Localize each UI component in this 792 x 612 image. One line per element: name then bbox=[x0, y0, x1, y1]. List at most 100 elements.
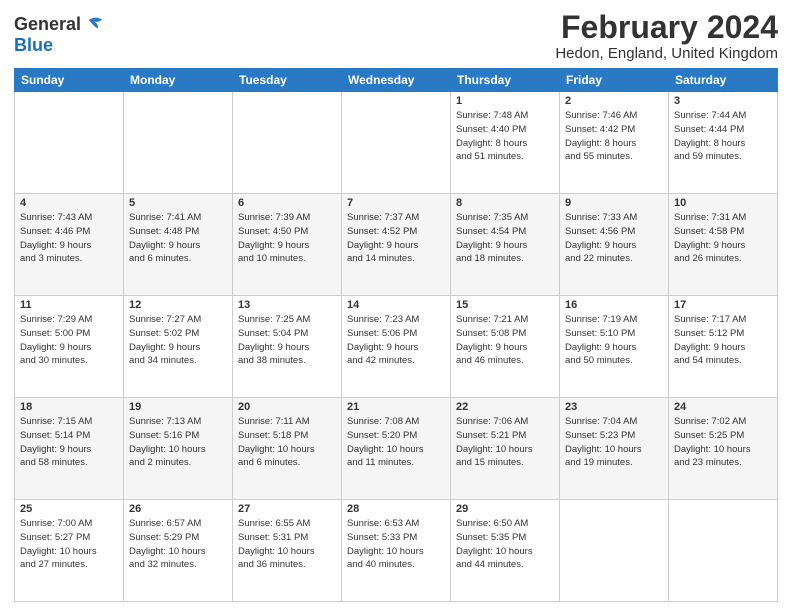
day-number: 25 bbox=[20, 503, 118, 515]
logo-blue: Blue bbox=[14, 35, 53, 55]
calendar-cell: 16 Sunrise: 7:19 AM Sunset: 5:10 PM Dayli… bbox=[560, 296, 669, 398]
logo: General Blue bbox=[14, 14, 105, 56]
page: General Blue February 2024 Hedon, Englan… bbox=[0, 0, 792, 612]
calendar-header-friday: Friday bbox=[560, 69, 669, 92]
day-info: Sunrise: 7:13 AM Sunset: 5:16 PM Dayligh… bbox=[129, 415, 227, 470]
day-info: Sunrise: 6:53 AM Sunset: 5:33 PM Dayligh… bbox=[347, 517, 445, 572]
calendar-cell: 18 Sunrise: 7:15 AM Sunset: 5:14 PM Dayli… bbox=[15, 398, 124, 500]
calendar-header-tuesday: Tuesday bbox=[233, 69, 342, 92]
day-number: 14 bbox=[347, 299, 445, 311]
calendar-cell bbox=[560, 500, 669, 602]
subtitle: Hedon, England, United Kingdom bbox=[555, 45, 778, 62]
day-number: 11 bbox=[20, 299, 118, 311]
calendar-header-wednesday: Wednesday bbox=[342, 69, 451, 92]
day-info: Sunrise: 7:19 AM Sunset: 5:10 PM Dayligh… bbox=[565, 313, 663, 368]
calendar-cell: 15 Sunrise: 7:21 AM Sunset: 5:08 PM Dayli… bbox=[451, 296, 560, 398]
day-info: Sunrise: 7:33 AM Sunset: 4:56 PM Dayligh… bbox=[565, 211, 663, 266]
day-number: 18 bbox=[20, 401, 118, 413]
day-info: Sunrise: 7:35 AM Sunset: 4:54 PM Dayligh… bbox=[456, 211, 554, 266]
calendar-header-row: SundayMondayTuesdayWednesdayThursdayFrid… bbox=[15, 69, 778, 92]
day-number: 19 bbox=[129, 401, 227, 413]
day-info: Sunrise: 7:04 AM Sunset: 5:23 PM Dayligh… bbox=[565, 415, 663, 470]
calendar-cell: 20Sunrise: 7:11 AM Sunset: 5:18 PM Dayli… bbox=[233, 398, 342, 500]
day-number: 10 bbox=[674, 197, 772, 209]
calendar-week-3: 11 Sunrise: 7:29 AM Sunset: 5:00 PM Dayli… bbox=[15, 296, 778, 398]
calendar-week-4: 18 Sunrise: 7:15 AM Sunset: 5:14 PM Dayli… bbox=[15, 398, 778, 500]
day-info: Sunrise: 7:27 AM Sunset: 5:02 PM Dayligh… bbox=[129, 313, 227, 368]
calendar-cell: 2Sunrise: 7:46 AM Sunset: 4:42 PM Daylig… bbox=[560, 92, 669, 194]
day-info: Sunrise: 7:06 AM Sunset: 5:21 PM Dayligh… bbox=[456, 415, 554, 470]
day-number: 29 bbox=[456, 503, 554, 515]
calendar-header-saturday: Saturday bbox=[669, 69, 778, 92]
calendar-header-sunday: Sunday bbox=[15, 69, 124, 92]
day-number: 27 bbox=[238, 503, 336, 515]
calendar-header-thursday: Thursday bbox=[451, 69, 560, 92]
day-info: Sunrise: 7:25 AM Sunset: 5:04 PM Dayligh… bbox=[238, 313, 336, 368]
logo-bird-icon bbox=[83, 14, 105, 36]
calendar-header-monday: Monday bbox=[124, 69, 233, 92]
day-info: Sunrise: 7:31 AM Sunset: 4:58 PM Dayligh… bbox=[674, 211, 772, 266]
calendar-cell bbox=[342, 92, 451, 194]
calendar-table: SundayMondayTuesdayWednesdayThursdayFrid… bbox=[14, 68, 778, 602]
calendar-cell: 13 Sunrise: 7:25 AM Sunset: 5:04 PM Dayli… bbox=[233, 296, 342, 398]
day-info: Sunrise: 6:55 AM Sunset: 5:31 PM Dayligh… bbox=[238, 517, 336, 572]
day-number: 6 bbox=[238, 197, 336, 209]
calendar-cell: 17Sunrise: 7:17 AM Sunset: 5:12 PM Dayli… bbox=[669, 296, 778, 398]
calendar-cell: 8 Sunrise: 7:35 AM Sunset: 4:54 PM Daylig… bbox=[451, 194, 560, 296]
calendar-cell: 21 Sunrise: 7:08 AM Sunset: 5:20 PM Dayli… bbox=[342, 398, 451, 500]
day-number: 9 bbox=[565, 197, 663, 209]
logo-general: General bbox=[14, 15, 81, 35]
day-info: Sunrise: 7:08 AM Sunset: 5:20 PM Dayligh… bbox=[347, 415, 445, 470]
day-number: 28 bbox=[347, 503, 445, 515]
calendar-cell bbox=[15, 92, 124, 194]
day-info: Sunrise: 6:50 AM Sunset: 5:35 PM Dayligh… bbox=[456, 517, 554, 572]
day-number: 7 bbox=[347, 197, 445, 209]
day-info: Sunrise: 7:48 AM Sunset: 4:40 PM Dayligh… bbox=[456, 109, 554, 164]
day-info: Sunrise: 7:41 AM Sunset: 4:48 PM Dayligh… bbox=[129, 211, 227, 266]
calendar-cell: 25Sunrise: 7:00 AM Sunset: 5:27 PM Dayli… bbox=[15, 500, 124, 602]
calendar-cell: 3 Sunrise: 7:44 AM Sunset: 4:44 PM Daylig… bbox=[669, 92, 778, 194]
day-info: Sunrise: 7:44 AM Sunset: 4:44 PM Dayligh… bbox=[674, 109, 772, 164]
day-number: 3 bbox=[674, 95, 772, 107]
calendar-cell: 23 Sunrise: 7:04 AM Sunset: 5:23 PM Dayli… bbox=[560, 398, 669, 500]
day-number: 8 bbox=[456, 197, 554, 209]
day-info: Sunrise: 7:17 AM Sunset: 5:12 PM Dayligh… bbox=[674, 313, 772, 368]
calendar-cell: 1 Sunrise: 7:48 AM Sunset: 4:40 PM Daylig… bbox=[451, 92, 560, 194]
day-number: 13 bbox=[238, 299, 336, 311]
day-info: Sunrise: 7:43 AM Sunset: 4:46 PM Dayligh… bbox=[20, 211, 118, 266]
calendar-cell: 29 Sunrise: 6:50 AM Sunset: 5:35 PM Dayli… bbox=[451, 500, 560, 602]
day-number: 15 bbox=[456, 299, 554, 311]
calendar-cell: 9 Sunrise: 7:33 AM Sunset: 4:56 PM Daylig… bbox=[560, 194, 669, 296]
calendar-cell: 7 Sunrise: 7:37 AM Sunset: 4:52 PM Daylig… bbox=[342, 194, 451, 296]
day-number: 4 bbox=[20, 197, 118, 209]
calendar-cell: 24 Sunrise: 7:02 AM Sunset: 5:25 PM Dayli… bbox=[669, 398, 778, 500]
calendar-cell bbox=[124, 92, 233, 194]
calendar-cell bbox=[233, 92, 342, 194]
day-info: Sunrise: 7:37 AM Sunset: 4:52 PM Dayligh… bbox=[347, 211, 445, 266]
day-number: 24 bbox=[674, 401, 772, 413]
day-number: 21 bbox=[347, 401, 445, 413]
calendar-week-2: 4 Sunrise: 7:43 AM Sunset: 4:46 PM Daylig… bbox=[15, 194, 778, 296]
day-info: Sunrise: 7:15 AM Sunset: 5:14 PM Dayligh… bbox=[20, 415, 118, 470]
calendar-cell: 14Sunrise: 7:23 AM Sunset: 5:06 PM Dayli… bbox=[342, 296, 451, 398]
day-info: Sunrise: 7:29 AM Sunset: 5:00 PM Dayligh… bbox=[20, 313, 118, 368]
day-number: 1 bbox=[456, 95, 554, 107]
day-info: Sunrise: 7:21 AM Sunset: 5:08 PM Dayligh… bbox=[456, 313, 554, 368]
day-info: Sunrise: 6:57 AM Sunset: 5:29 PM Dayligh… bbox=[129, 517, 227, 572]
calendar-cell: 28 Sunrise: 6:53 AM Sunset: 5:33 PM Dayli… bbox=[342, 500, 451, 602]
calendar-cell: 26Sunrise: 6:57 AM Sunset: 5:29 PM Dayli… bbox=[124, 500, 233, 602]
calendar-cell: 5Sunrise: 7:41 AM Sunset: 4:48 PM Daylig… bbox=[124, 194, 233, 296]
day-info: Sunrise: 7:39 AM Sunset: 4:50 PM Dayligh… bbox=[238, 211, 336, 266]
calendar-cell: 12 Sunrise: 7:27 AM Sunset: 5:02 PM Dayli… bbox=[124, 296, 233, 398]
calendar-cell: 4 Sunrise: 7:43 AM Sunset: 4:46 PM Daylig… bbox=[15, 194, 124, 296]
main-title: February 2024 bbox=[555, 10, 778, 45]
calendar-cell: 6 Sunrise: 7:39 AM Sunset: 4:50 PM Daylig… bbox=[233, 194, 342, 296]
header: General Blue February 2024 Hedon, Englan… bbox=[14, 10, 778, 62]
day-info: Sunrise: 7:02 AM Sunset: 5:25 PM Dayligh… bbox=[674, 415, 772, 470]
day-number: 22 bbox=[456, 401, 554, 413]
day-number: 16 bbox=[565, 299, 663, 311]
day-number: 23 bbox=[565, 401, 663, 413]
day-number: 12 bbox=[129, 299, 227, 311]
day-info: Sunrise: 7:11 AM Sunset: 5:18 PM Dayligh… bbox=[238, 415, 336, 470]
calendar-cell: 10 Sunrise: 7:31 AM Sunset: 4:58 PM Dayli… bbox=[669, 194, 778, 296]
